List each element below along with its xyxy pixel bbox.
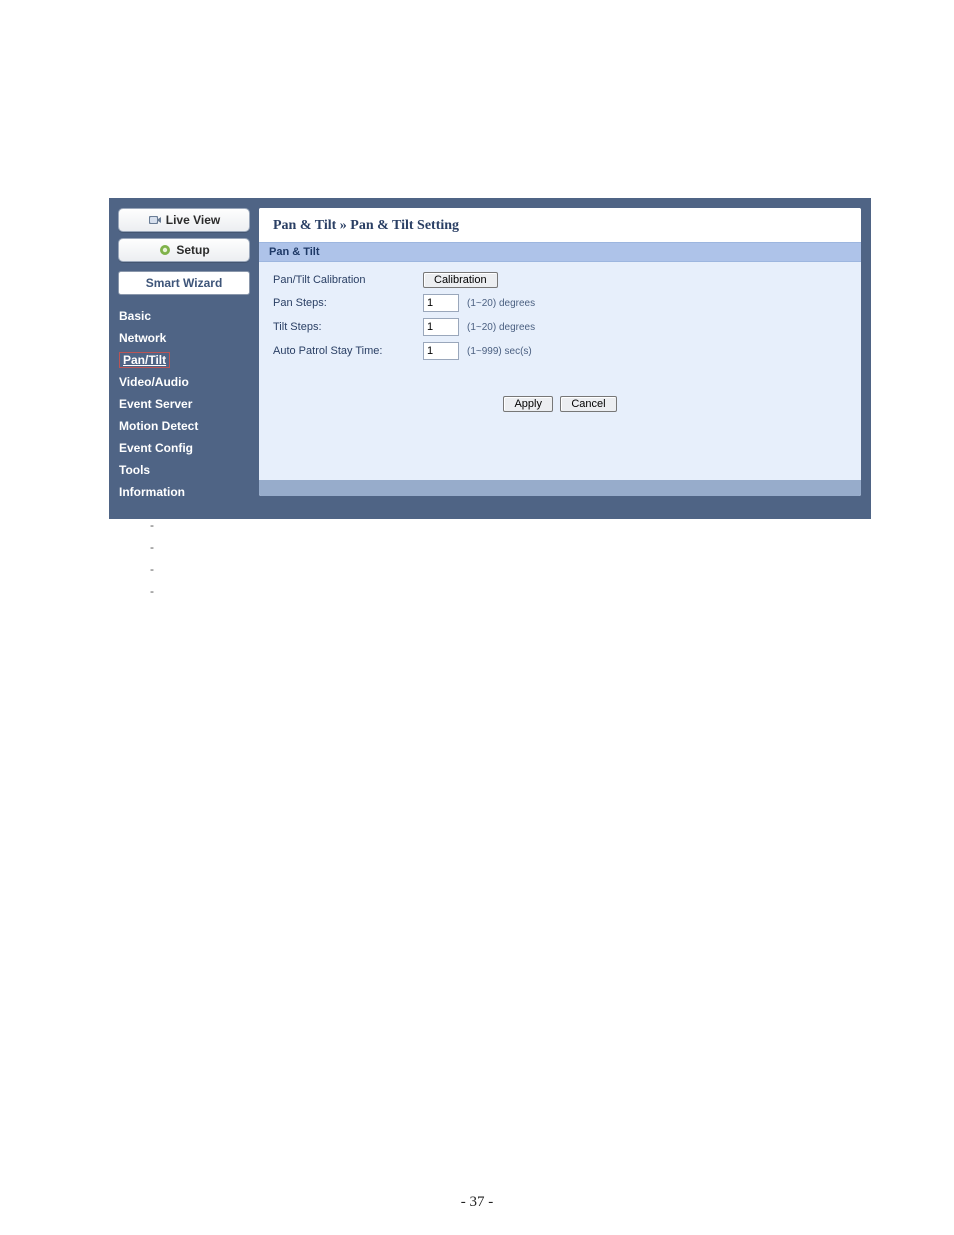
tilt-steps-input[interactable] [423, 318, 459, 336]
pan-steps-suffix: (1~20) degrees [467, 298, 535, 309]
sidebar-item-event-config[interactable]: Event Config [119, 437, 249, 459]
calibration-label: Pan/Tilt Calibration [273, 274, 423, 286]
sidebar: Live View Setup Smart Wizard Basic Netwo… [109, 198, 259, 513]
pan-steps-label: Pan Steps: [273, 297, 423, 309]
breadcrumb: Pan & Tilt » Pan & Tilt Setting [259, 208, 861, 242]
sidebar-item-pan-tilt[interactable]: Pan/Tilt [119, 352, 170, 368]
setup-label: Setup [176, 243, 209, 257]
row-calibration: Pan/Tilt Calibration Calibration [273, 272, 847, 288]
section-header: Pan & Tilt [259, 242, 861, 262]
pan-tilt-form: Pan/Tilt Calibration Calibration Pan Ste… [259, 262, 861, 372]
row-pan-steps: Pan Steps: (1~20) degrees [273, 294, 847, 312]
live-view-button[interactable]: Live View [118, 208, 250, 232]
sidebar-item-event-server[interactable]: Event Server [119, 393, 249, 415]
sidebar-item-basic[interactable]: Basic [119, 305, 249, 327]
row-auto-patrol: Auto Patrol Stay Time: (1~999) sec(s) [273, 342, 847, 360]
apply-button[interactable]: Apply [503, 396, 553, 412]
dash-2: - [150, 536, 154, 558]
camera-icon [148, 213, 162, 227]
dash-1: - [150, 514, 154, 536]
sidebar-item-network[interactable]: Network [119, 327, 249, 349]
bullet-list: - - - - [150, 514, 154, 602]
setup-button[interactable]: Setup [118, 238, 250, 262]
smart-wizard-button[interactable]: Smart Wizard [118, 271, 250, 295]
tilt-steps-suffix: (1~20) degrees [467, 322, 535, 333]
breadcrumb-sep: » [336, 218, 350, 233]
live-view-label: Live View [166, 213, 220, 227]
pan-steps-input[interactable] [423, 294, 459, 312]
auto-patrol-label: Auto Patrol Stay Time: [273, 345, 423, 357]
sidebar-item-information[interactable]: Information [119, 481, 249, 503]
breadcrumb-seg2: Pan & Tilt Setting [350, 218, 459, 233]
sidebar-item-tools[interactable]: Tools [119, 459, 249, 481]
sidebar-nav: Basic Network Pan/Tilt Video/Audio Event… [109, 305, 259, 503]
tilt-steps-label: Tilt Steps: [273, 321, 423, 333]
cancel-button[interactable]: Cancel [560, 396, 616, 412]
auto-patrol-input[interactable] [423, 342, 459, 360]
sidebar-item-motion-detect[interactable]: Motion Detect [119, 415, 249, 437]
page-number: - 37 - [0, 1194, 954, 1211]
breadcrumb-seg1: Pan & Tilt [273, 218, 336, 233]
dash-4: - [150, 580, 154, 602]
button-row: Apply Cancel [259, 372, 861, 420]
gear-icon [158, 243, 172, 257]
smart-wizard-label: Smart Wizard [146, 276, 223, 290]
sidebar-item-video-audio[interactable]: Video/Audio [119, 371, 249, 393]
calibration-button[interactable]: Calibration [423, 272, 498, 288]
auto-patrol-suffix: (1~999) sec(s) [467, 346, 532, 357]
content-panel: Pan & Tilt » Pan & Tilt Setting Pan & Ti… [259, 208, 861, 496]
dash-3: - [150, 558, 154, 580]
content-footer-bar [259, 480, 861, 496]
row-tilt-steps: Tilt Steps: (1~20) degrees [273, 318, 847, 336]
config-app: Live View Setup Smart Wizard Basic Netwo… [109, 198, 871, 519]
